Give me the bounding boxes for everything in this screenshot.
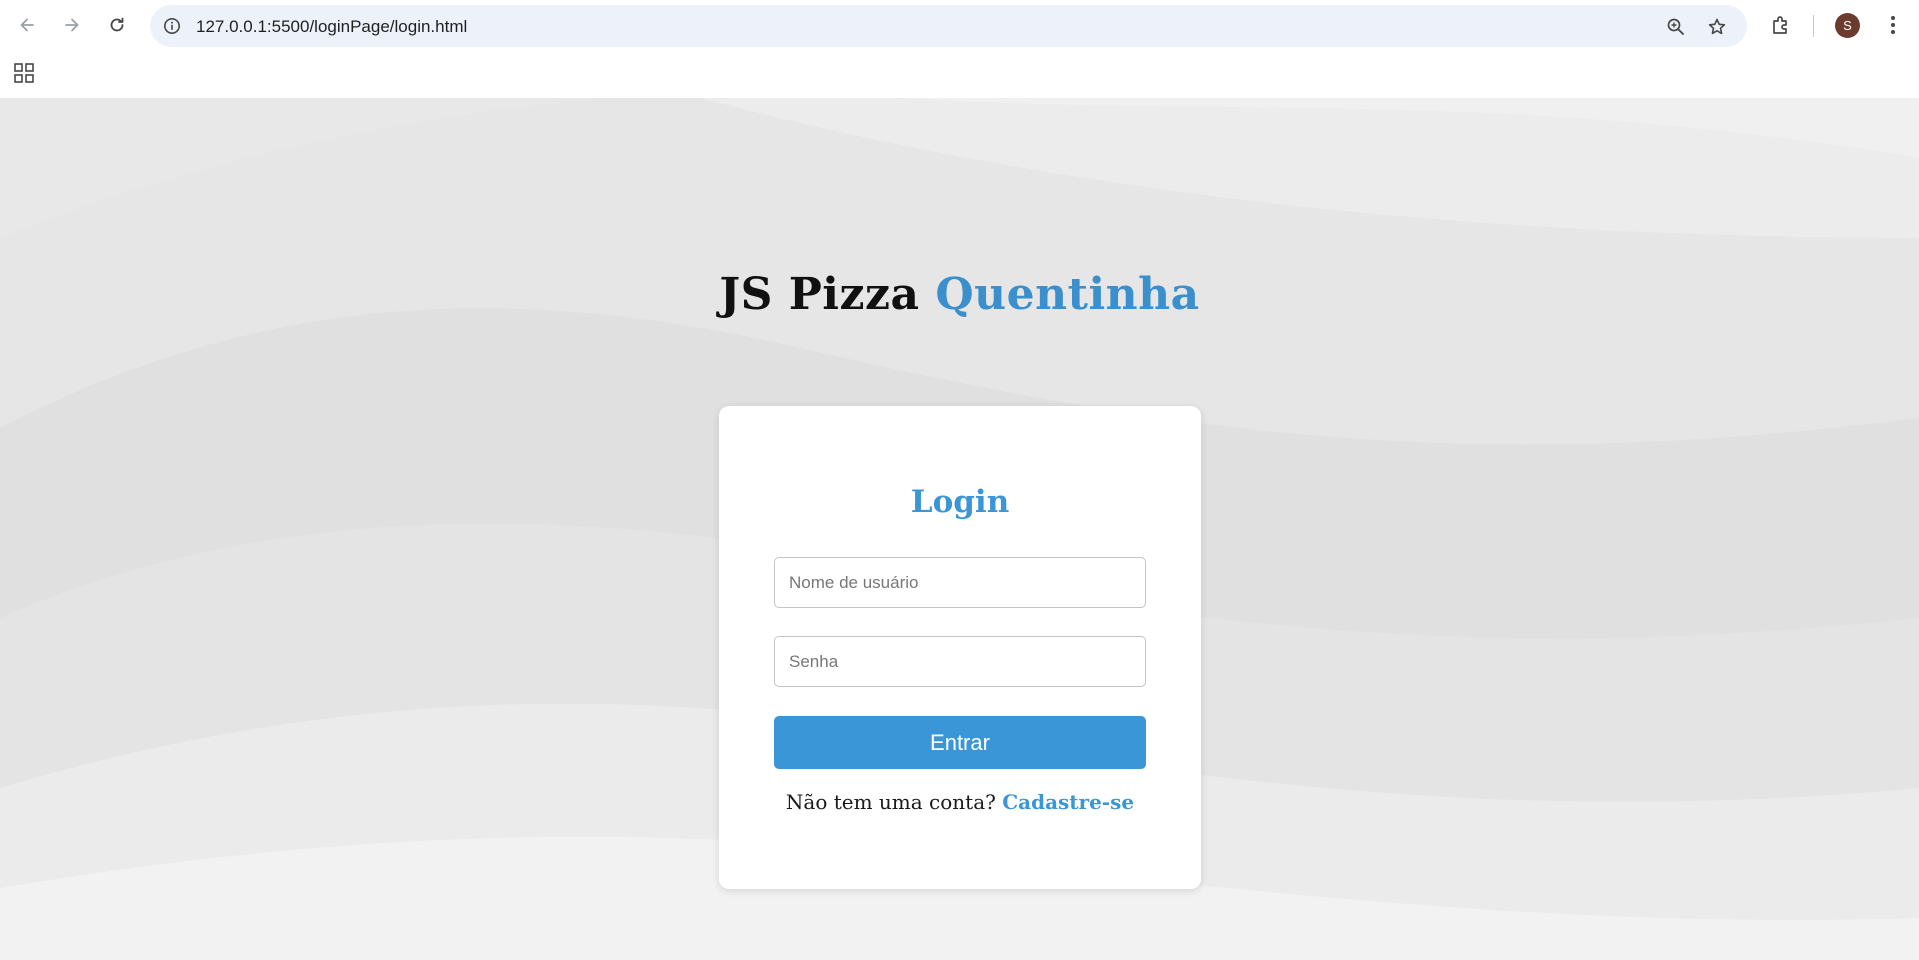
headline-accent: Quentinha <box>935 269 1200 320</box>
url-text[interactable]: 127.0.0.1:5500/loginPage/login.html <box>196 17 467 37</box>
address-bar[interactable]: 127.0.0.1:5500/loginPage/login.html <box>150 5 1747 47</box>
page-viewport: JS Pizza Quentinha Login Entrar Não tem … <box>0 98 1919 960</box>
extensions-button[interactable] <box>1768 12 1794 38</box>
signup-link[interactable]: Cadastre-se <box>1002 790 1134 814</box>
login-submit-button[interactable]: Entrar <box>774 716 1146 769</box>
bookmark-star-icon <box>1708 18 1726 35</box>
headline-main: JS Pizza <box>719 269 920 320</box>
zoom-button[interactable] <box>1665 16 1687 38</box>
password-input[interactable] <box>774 636 1146 687</box>
zoom-icon <box>1667 18 1684 35</box>
back-button[interactable] <box>12 10 42 40</box>
extensions-icon <box>1773 16 1787 34</box>
bookmark-button[interactable] <box>1706 16 1728 38</box>
browser-toolbar: 127.0.0.1:5500/loginPage/login.html S <box>0 0 1919 50</box>
login-title: Login <box>910 484 1010 520</box>
reload-icon <box>110 17 124 32</box>
toolbar-divider <box>1813 15 1814 37</box>
apps-button[interactable] <box>13 62 35 84</box>
login-card: Login Entrar Não tem uma conta? Cadastre… <box>719 406 1201 889</box>
apps-grid-icon <box>14 63 34 83</box>
profile-avatar[interactable]: S <box>1835 13 1860 38</box>
site-info-button[interactable] <box>162 16 182 36</box>
page-headline: JS Pizza Quentinha <box>0 269 1919 320</box>
signup-prompt-row: Não tem uma conta? Cadastre-se <box>719 790 1201 814</box>
site-info-icon <box>164 18 180 34</box>
forward-arrow-icon <box>65 18 79 32</box>
bookmarks-bar <box>0 50 1919 98</box>
menu-dots-icon <box>1891 16 1895 34</box>
signup-prompt-text: Não tem uma conta? <box>785 790 996 814</box>
username-input[interactable] <box>774 557 1146 608</box>
back-arrow-icon <box>20 18 34 32</box>
browser-menu-button[interactable] <box>1880 12 1906 38</box>
reload-button[interactable] <box>102 10 132 40</box>
forward-button[interactable] <box>57 10 87 40</box>
